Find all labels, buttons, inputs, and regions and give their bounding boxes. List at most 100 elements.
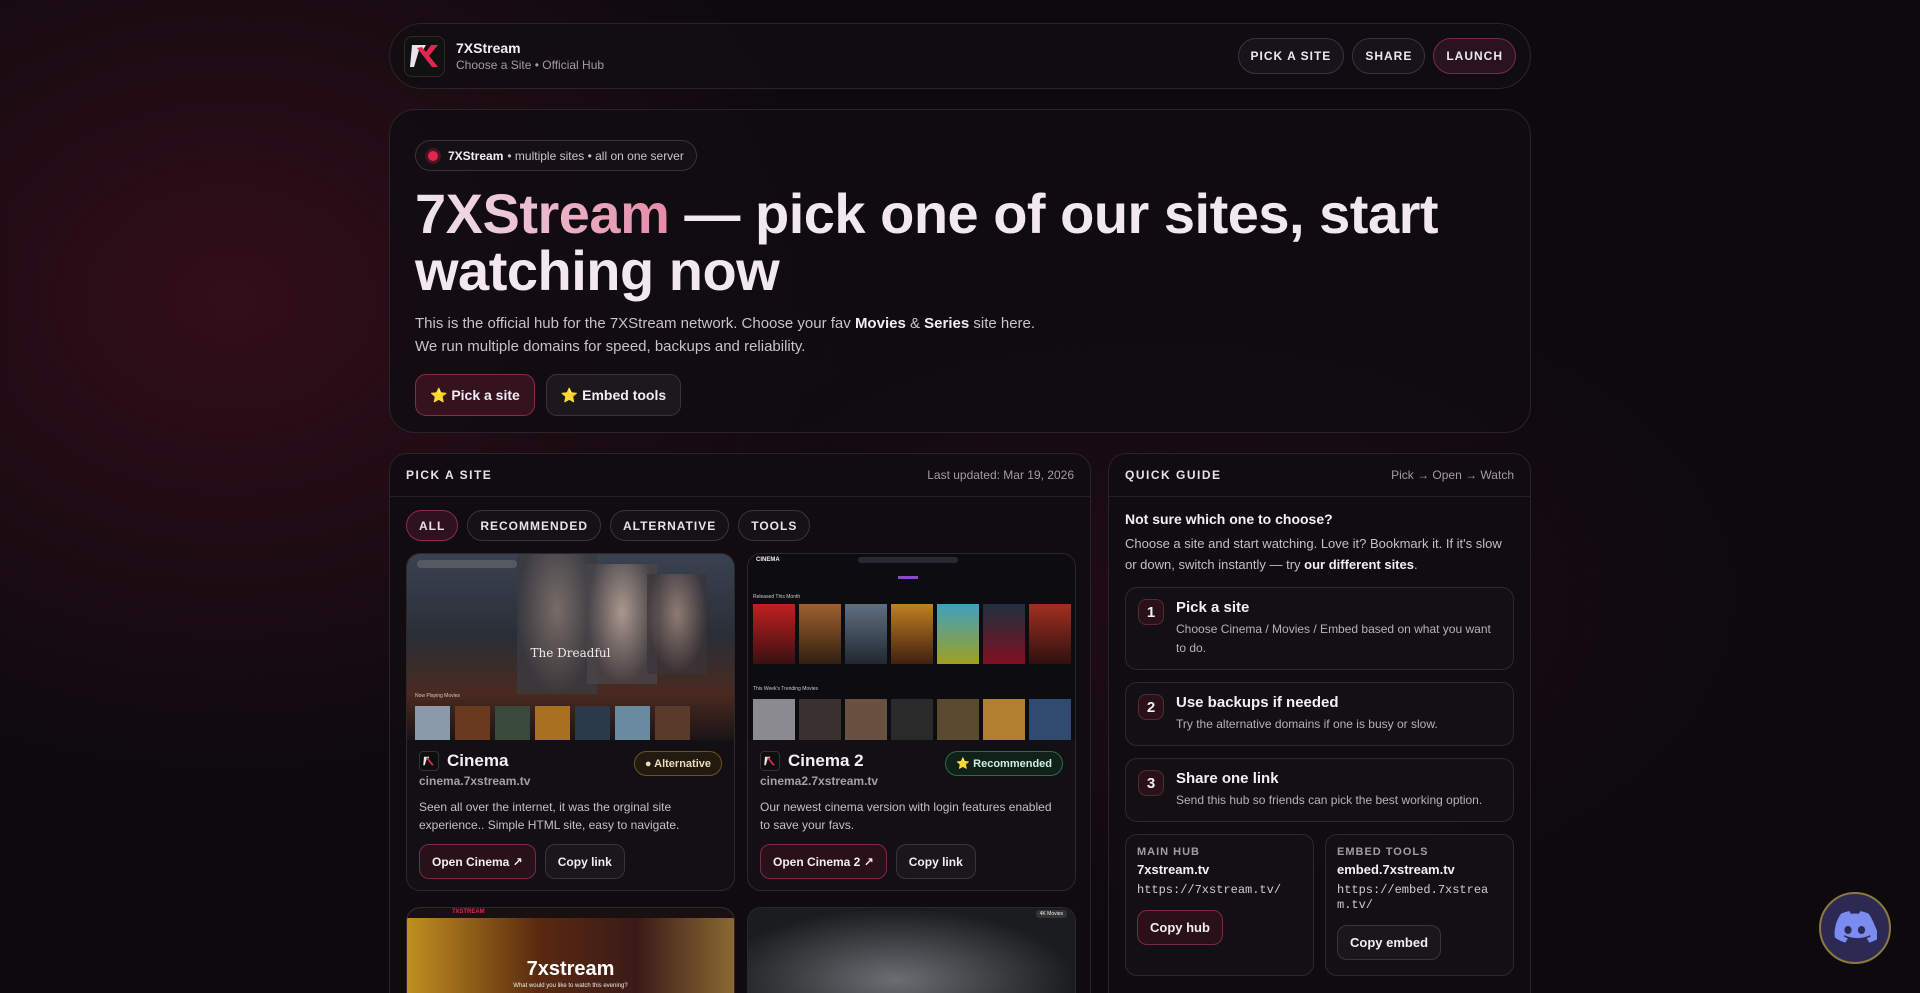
poster: [983, 604, 1025, 664]
lede-end: site here.: [969, 315, 1036, 332]
shot-posters-row-1: [753, 604, 1071, 664]
lede-amp: &: [905, 315, 925, 332]
alternative-badge: ● Alternative: [633, 751, 722, 776]
discord-icon[interactable]: [1819, 892, 1891, 964]
filter-tabs: ALL RECOMMENDED ALTERNATIVE TOOLS: [390, 497, 1090, 541]
shot-row-label: Released This Month: [753, 594, 801, 600]
shot-tab-indicator: [898, 576, 918, 579]
guide-question: Not sure which one to choose?: [1125, 511, 1333, 527]
step-1: 1 Pick a site Choose Cinema / Movies / Em…: [1125, 587, 1514, 670]
cinema-2-screenshot[interactable]: CINEMA Released This Month This Week's T…: [748, 554, 1075, 740]
lede-text: This is the official hub for the 7XStrea…: [415, 315, 855, 332]
filter-all[interactable]: ALL: [406, 510, 459, 541]
embed-tools-box: EMBED TOOLS embed.7xstream.tv https://em…: [1325, 834, 1514, 976]
guide-text-bold: our different sites: [1304, 557, 1414, 572]
poster: [415, 706, 450, 740]
shot-row-label-2: This Week's Trending Movies: [753, 686, 819, 692]
site-card-4: 4K Movies: [747, 907, 1076, 993]
copy-embed-button[interactable]: Copy embed: [1337, 925, 1442, 960]
step-number: 2: [1138, 694, 1164, 720]
chip-brand: 7XStream: [448, 148, 504, 163]
copy-link-button[interactable]: Copy link: [544, 844, 625, 879]
last-updated: Last updated: Mar 19, 2026: [927, 468, 1074, 482]
shot-title: 7xstream: [526, 958, 615, 980]
filter-recommended[interactable]: RECOMMENDED: [467, 510, 601, 541]
pick-site-button[interactable]: ⭐ Pick a site: [415, 374, 535, 416]
7xstream-screenshot[interactable]: 7XSTREAM 7xstream What would you like to…: [407, 908, 734, 993]
embed-tools-button[interactable]: ⭐ Embed tools: [545, 374, 682, 416]
open-cinema-2-button[interactable]: Open Cinema 2 ↗: [760, 844, 887, 879]
poster: [937, 604, 979, 664]
shot-brand: 7XSTREAM: [452, 909, 485, 915]
card-buttons: Open Cinema ↗ Copy link: [419, 844, 722, 879]
step-title: Share one link: [1176, 770, 1279, 787]
poster: [1029, 699, 1071, 740]
hero: 7XStream • multiple sites • all on one s…: [389, 109, 1531, 433]
launch-button[interactable]: LAUNCH: [1433, 38, 1516, 74]
main-hub-box: MAIN HUB 7xstream.tv https://7xstream.tv…: [1125, 834, 1314, 976]
main-hub-url: https://7xstream.tv/: [1137, 883, 1282, 897]
step-title: Use backups if needed: [1176, 694, 1339, 711]
open-cinema-button[interactable]: Open Cinema ↗: [419, 844, 536, 879]
card-title: Cinema 2: [760, 751, 878, 771]
step-number: 1: [1138, 599, 1164, 625]
site-card-7xstream: 7XSTREAM 7xstream What would you like to…: [406, 907, 735, 993]
card-url: cinema2.7xstream.tv: [760, 774, 879, 788]
poster: [615, 706, 650, 740]
poster: [753, 699, 795, 740]
guide-body: Not sure which one to choose? Choose a s…: [1109, 497, 1530, 990]
7x-logo-icon[interactable]: [404, 35, 445, 77]
7x-logo-icon: [419, 751, 439, 771]
pick-a-site-button[interactable]: PICK A SITE: [1237, 38, 1345, 74]
guide-meta: Pick → Open → Watch: [1391, 468, 1514, 482]
embed-url: https://embed.7xstream.tv/: [1337, 883, 1489, 912]
card-description: Our newest cinema version with login fea…: [760, 800, 1052, 832]
card-description: Seen all over the internet, it was the o…: [419, 800, 680, 832]
pick-site-panel: PICK A SITE Last updated: Mar 19, 2026 A…: [389, 453, 1091, 993]
step-desc: Send this hub so friends can pick the be…: [1176, 793, 1483, 807]
brand-title: 7XStream: [456, 40, 521, 56]
poster: [495, 706, 530, 740]
card-name: Cinema 2: [788, 751, 864, 770]
shot-posters: [415, 706, 690, 740]
shot-badge: 4K Movies: [1035, 910, 1067, 918]
step-desc: Choose Cinema / Movies / Embed based on …: [1176, 622, 1491, 655]
shot-figure-1: [517, 554, 597, 694]
lede-series: Series: [924, 315, 970, 332]
poster: [891, 604, 933, 664]
copy-link-button[interactable]: Copy link: [895, 844, 976, 879]
poster: [455, 706, 490, 740]
step-2: 2 Use backups if needed Try the alternati…: [1125, 682, 1514, 746]
recommended-badge: ⭐ Recommended: [945, 751, 1063, 776]
card-body: Cinema 2 cinema2.7xstream.tv ⭐ Recommend…: [748, 740, 1075, 890]
hero-title-brand: 7XStream: [415, 182, 670, 245]
shot-search-bar: [858, 557, 958, 563]
top-nav: 7XStream Choose a Site • Official Hub PI…: [389, 23, 1531, 89]
pick-panel-header: PICK A SITE Last updated: Mar 19, 2026: [390, 454, 1090, 497]
poster: [575, 706, 610, 740]
card-body: Cinema cinema.7xstream.tv ● Alternative …: [407, 740, 734, 890]
poster: [799, 604, 841, 664]
embed-title: embed.7xstream.tv: [1337, 862, 1455, 877]
hero-chip: 7XStream • multiple sites • all on one s…: [415, 140, 697, 171]
lede-line-2: We run multiple domains for speed, backu…: [415, 338, 806, 355]
shot-search-bar: [417, 560, 517, 568]
site-4-screenshot[interactable]: 4K Movies: [748, 908, 1075, 993]
cinema-screenshot[interactable]: The Dreadful Now Playing Movies: [407, 554, 734, 740]
filter-tools[interactable]: TOOLS: [738, 510, 811, 541]
shot-posters-row-2: [753, 699, 1071, 740]
poster: [845, 604, 887, 664]
shot-title: The Dreadful: [530, 646, 611, 660]
poster: [535, 706, 570, 740]
step-number: 3: [1138, 770, 1164, 796]
site-card-cinema: The Dreadful Now Playing Movies Cinema c…: [406, 553, 735, 891]
share-button[interactable]: SHARE: [1352, 38, 1426, 74]
poster: [655, 706, 690, 740]
filter-alternative[interactable]: ALTERNATIVE: [610, 510, 730, 541]
poster: [937, 699, 979, 740]
poster: [983, 699, 1025, 740]
shot-row-label: Now Playing Movies: [415, 693, 461, 699]
poster: [753, 604, 795, 664]
brand: 7XStream Choose a Site • Official Hub: [456, 40, 604, 72]
copy-hub-button[interactable]: Copy hub: [1137, 910, 1223, 945]
